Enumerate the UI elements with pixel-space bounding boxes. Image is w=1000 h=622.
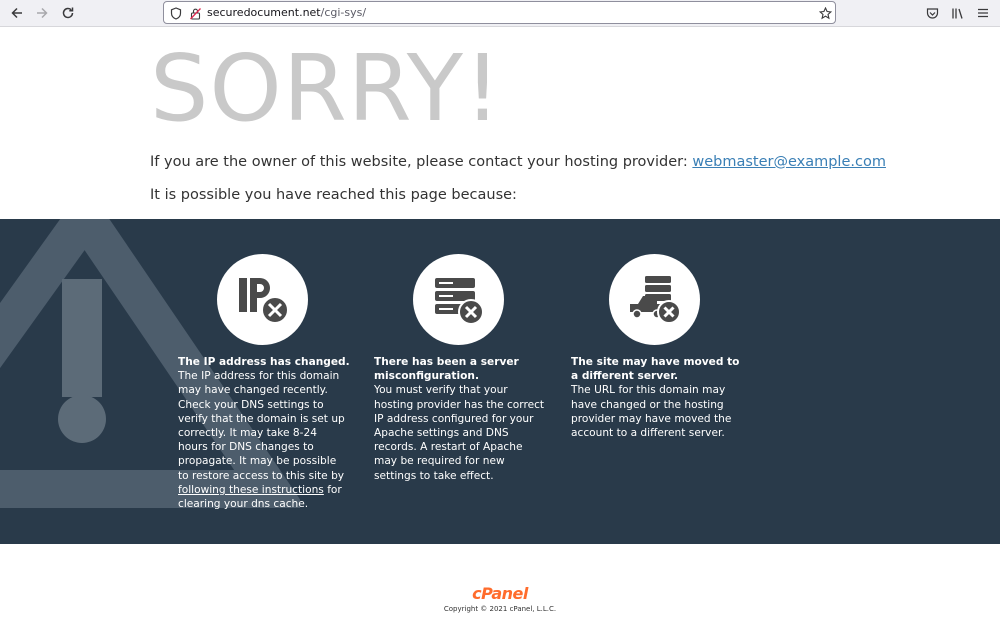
- reload-button[interactable]: [57, 3, 79, 23]
- owner-contact-prefix: If you are the owner of this website, pl…: [150, 154, 693, 170]
- reason-ip-title: The IP address has changed.: [178, 356, 350, 368]
- library-button[interactable]: [947, 3, 969, 23]
- cpanel-logo: cPanel: [0, 584, 1000, 603]
- browser-toolbar: securedocument.net/cgi-sys/: [0, 0, 1000, 27]
- library-icon: [952, 8, 963, 19]
- reason-server-title: There has been a server misconfiguration…: [374, 356, 519, 383]
- reason-moved-text: The site may have moved to a different s…: [571, 355, 743, 440]
- server-moved-badge: [609, 254, 700, 345]
- reason-ip-body: The IP address for this domain may have …: [178, 370, 345, 482]
- reason-server-body: You must verify that your hosting provid…: [374, 384, 545, 482]
- pocket-button[interactable]: [921, 3, 943, 23]
- insecure-lock-icon[interactable]: [188, 6, 202, 20]
- shield-icon[interactable]: [169, 6, 183, 20]
- reason-moved-body: The URL for this domain may have changed…: [571, 384, 732, 440]
- ip-changed-icon: [238, 277, 289, 324]
- dns-instructions-link[interactable]: following these instructions: [178, 484, 324, 496]
- address-bar[interactable]: securedocument.net/cgi-sys/: [163, 1, 836, 24]
- menu-button[interactable]: [972, 3, 994, 23]
- forward-button[interactable]: [31, 3, 53, 23]
- server-misconfig-badge: [413, 254, 504, 345]
- contact-email-link[interactable]: webmaster@example.com: [692, 154, 886, 170]
- reason-intro: It is possible you have reached this pag…: [150, 187, 517, 203]
- reload-icon: [62, 7, 74, 19]
- url-domain: securedocument.net: [207, 6, 321, 19]
- arrow-left-icon: [11, 7, 22, 19]
- server-moved-icon: [629, 275, 681, 324]
- cpanel-logo-text: cPanel: [472, 584, 528, 603]
- copyright-text: Copyright © 2021 cPanel, L.L.C.: [443, 605, 557, 613]
- owner-contact-text: If you are the owner of this website, pl…: [150, 154, 886, 170]
- arrow-right-icon: [37, 7, 48, 19]
- bookmark-star-icon[interactable]: [818, 6, 832, 20]
- reason-ip-text: The IP address has changed. The IP addre…: [178, 355, 350, 511]
- reason-server-text: There has been a server misconfiguration…: [374, 355, 546, 483]
- server-misconfig-icon: [434, 277, 484, 325]
- reasons-panel: The IP address has changed. The IP addre…: [0, 219, 1000, 544]
- hamburger-menu-icon: [978, 8, 988, 18]
- reason-moved-title: The site may have moved to a different s…: [571, 356, 740, 383]
- pocket-icon: [926, 7, 938, 19]
- url-path: /cgi-sys/: [320, 6, 367, 19]
- page-title: SORRY!: [150, 35, 502, 142]
- ip-changed-badge: [217, 254, 308, 345]
- url-text[interactable]: securedocument.net/cgi-sys/: [207, 6, 366, 19]
- back-button[interactable]: [6, 3, 28, 23]
